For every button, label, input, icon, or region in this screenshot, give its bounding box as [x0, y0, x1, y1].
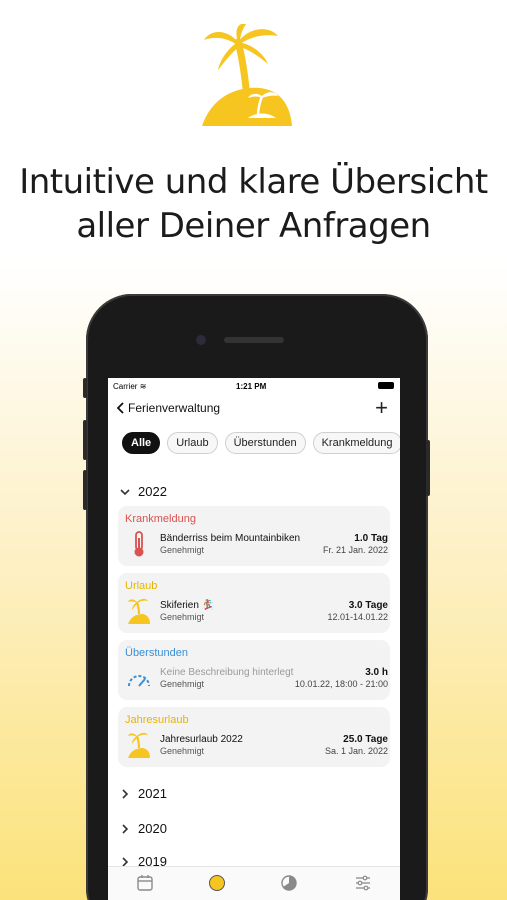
back-button-label: Ferienverwaltung [128, 401, 221, 415]
chevron-down-icon [120, 488, 130, 495]
entry-status: Genehmigt [160, 612, 205, 622]
entry-card[interactable]: Jahresurlaub Jahresurlaub 2022 Genehmigt… [118, 707, 390, 767]
thermometer-icon [134, 531, 144, 557]
status-bar: Carrier ≋ 1:21 PM [108, 378, 400, 396]
entry-status: Genehmigt [160, 545, 205, 555]
entry-category: Krankmeldung [125, 513, 196, 525]
settings-sliders-icon[interactable] [354, 874, 372, 892]
filter-chip-ueberstunden[interactable]: Überstunden [224, 432, 306, 454]
palm-island-icon [128, 598, 150, 624]
entry-card[interactable]: Krankmeldung Bänderriss beim Mountainbik… [118, 506, 390, 566]
tab-bar [108, 866, 400, 900]
entry-category: Überstunden [125, 647, 188, 659]
filter-chip-urlaub[interactable]: Urlaub [167, 432, 218, 454]
entry-date: 10.01.22, 18:00 - 21:00 [294, 679, 388, 689]
entry-date: 12.01-14.01.22 [327, 612, 388, 622]
entry-amount: 1.0 Tag [354, 533, 388, 544]
filter-chips: Alle Urlaub Überstunden Krankmeldung [122, 432, 400, 456]
entry-title: Skiferien 🏂 [160, 600, 215, 611]
entry-status: Genehmigt [160, 679, 205, 689]
year-label: 2020 [138, 821, 167, 836]
headline-line-2: aller Deiner Anfragen [76, 206, 431, 246]
entry-category: Urlaub [125, 580, 158, 592]
battery-icon [378, 382, 394, 389]
earpiece-speaker [224, 337, 284, 343]
entry-title: Keine Beschreibung hinterlegt [160, 667, 294, 678]
year-label: 2022 [138, 484, 167, 499]
headline-line-1: Intuitive und klare Übersicht [19, 162, 488, 202]
calendar-icon[interactable] [136, 874, 154, 892]
carrier-label: Carrier ≋ [113, 382, 147, 391]
chevron-left-icon [116, 402, 124, 414]
phone-volume-down-button [83, 470, 87, 510]
status-time: 1:21 PM [236, 382, 267, 391]
palm-island-icon [128, 732, 150, 758]
wifi-icon: ≋ [139, 382, 147, 391]
chart-icon[interactable] [280, 874, 298, 892]
palm-island-logo-icon [202, 24, 292, 126]
year-section-2020[interactable]: 2020 [120, 821, 167, 836]
chevron-right-icon [122, 856, 129, 867]
back-button[interactable]: Ferienverwaltung [116, 401, 220, 415]
palm-icon[interactable] [208, 874, 226, 892]
navigation-bar: Ferienverwaltung + [108, 396, 400, 422]
entry-category: Jahresurlaub [125, 714, 189, 726]
entry-amount: 3.0 Tage [348, 600, 388, 611]
year-label: 2021 [138, 786, 167, 801]
entry-card[interactable]: Urlaub Skiferien 🏂 Genehmigt 3.0 Tage 12… [118, 573, 390, 633]
entry-status: Genehmigt [160, 746, 205, 756]
speedometer-icon [128, 675, 150, 687]
phone-side-button [83, 378, 87, 398]
plus-icon: + [375, 395, 388, 420]
front-camera [196, 335, 206, 345]
year-section-2021[interactable]: 2021 [120, 786, 167, 801]
entry-amount: 3.0 h [365, 667, 388, 678]
filter-chip-krankmeldung[interactable]: Krankmeldung [312, 432, 400, 454]
entry-title: Jahresurlaub 2022 [160, 734, 243, 745]
add-button[interactable]: + [375, 396, 388, 420]
headline: Intuitive und klare Übersicht aller Dein… [0, 160, 507, 248]
app-screen: Carrier ≋ 1:21 PM Ferienverwaltung + All… [108, 378, 400, 900]
chevron-right-icon [122, 823, 129, 834]
entry-amount: 25.0 Tage [343, 734, 388, 745]
entry-title: Bänderriss beim Mountainbiken [160, 533, 301, 544]
phone-volume-up-button [83, 420, 87, 460]
filter-chip-alle[interactable]: Alle [122, 432, 161, 454]
entry-date: Sa. 1 Jan. 2022 [324, 746, 388, 756]
phone-power-button [426, 440, 430, 496]
year-section-2022[interactable]: 2022 [120, 484, 167, 499]
entry-card[interactable]: Überstunden Keine Beschreibung hinterleg… [118, 640, 390, 700]
entry-date: Fr. 21 Jan. 2022 [322, 545, 388, 555]
chevron-right-icon [122, 788, 129, 799]
